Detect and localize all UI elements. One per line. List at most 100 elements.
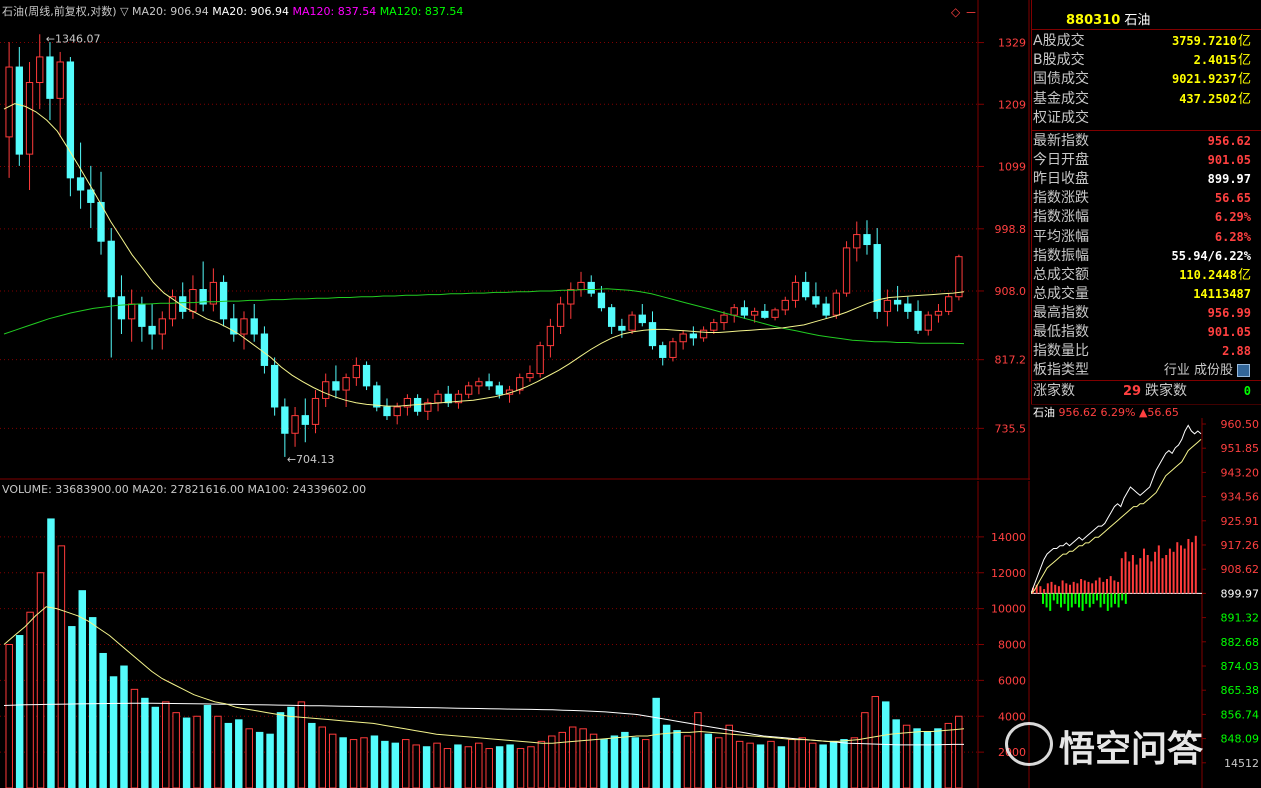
stat-value: 55.94/6.22% (1171, 248, 1251, 263)
stat-value: 56.65 (1214, 191, 1251, 206)
turnover-row: 亿 A股成交 3759.7210 (1033, 32, 1251, 51)
stat-label: 指数涨跌 (1033, 190, 1089, 207)
stat-row: 最高指数 956.99 (1033, 304, 1251, 323)
volume-bar (819, 744, 827, 788)
candle-body (526, 373, 534, 379)
candle-body (352, 364, 361, 379)
candle-body (332, 381, 340, 391)
volume-bar (151, 706, 160, 788)
stat-row: 板指类型 行业 成份股 (1033, 361, 1251, 380)
volume-bar (715, 737, 723, 788)
volume-bar (840, 739, 848, 788)
intraday-tick-label: 908.62 (1221, 563, 1260, 576)
candlestick-chart[interactable]: 1329 1209 1099 998.8 908.0 817.2 735.5 ←1346.07… (0, 0, 1030, 480)
candle-body (495, 385, 503, 395)
unit-label: 亿 (1237, 267, 1251, 283)
volume-bar (214, 715, 222, 788)
candle-body (66, 61, 75, 179)
candle-body (291, 415, 299, 434)
stat-row: 昨日收盘 899.97 (1033, 170, 1251, 189)
volume-bar (475, 742, 483, 788)
volume-bar (495, 746, 504, 788)
turnover-label: A股成交 (1033, 33, 1085, 49)
stat-value: 2.88 (1222, 344, 1251, 359)
volume-bar (934, 728, 942, 788)
volume-bar (318, 726, 326, 788)
candle-body (87, 189, 95, 203)
volume-bar (224, 722, 233, 788)
watermark: 悟空问答 (1005, 718, 1245, 770)
candle-body (485, 381, 493, 387)
intraday-tick-label: 934.56 (1221, 491, 1260, 504)
volume-bar (276, 712, 285, 788)
wukong-logo-icon (1005, 722, 1053, 766)
volume-tick-label: 10000 (991, 603, 1026, 616)
volume-chart[interactable]: 1400012000100008000600040002000 (0, 481, 1030, 788)
volume-bar (162, 701, 170, 788)
stat-row: 指数涨跌 56.65 (1033, 189, 1251, 208)
chart-background (0, 0, 1030, 480)
candle-body (679, 333, 687, 343)
candle-body (934, 310, 943, 316)
volume-bar (662, 724, 671, 788)
y-tick-label: 735.5 (995, 422, 1027, 435)
stat-label: 总成交量 (1033, 285, 1089, 302)
volume-bar (756, 744, 765, 788)
volume-bar (548, 735, 556, 788)
candle-body (5, 66, 13, 138)
ma-legend-1: MA20: 906.94 (212, 5, 289, 18)
volume-bar (391, 742, 400, 788)
stat-label: 总成交额 (1033, 266, 1089, 283)
candle-body (107, 240, 115, 298)
stat-value: 956.99 (1207, 305, 1251, 320)
ma-legend-3: MA120: 837.54 (379, 5, 464, 18)
volume-bar (443, 748, 452, 788)
candle-body (761, 310, 769, 318)
volume-bar (902, 724, 911, 788)
triangle-icon[interactable]: ▽ (120, 5, 128, 18)
stat-label: 平均涨幅 (1033, 228, 1089, 245)
turnover-label: 国债成交 (1033, 71, 1089, 88)
volume-bar (412, 744, 420, 788)
volume-bar (120, 665, 128, 788)
candle-body (240, 318, 248, 335)
low-annotation: ←704.13 (287, 453, 335, 466)
volume-bar (245, 728, 253, 788)
intraday-name: 石油 (1033, 406, 1055, 419)
quote-title: 880310 石油 (1066, 9, 1150, 28)
intraday-tick-label: 925.91 (1221, 515, 1260, 528)
volume-bar (537, 740, 546, 788)
candle-body (945, 296, 953, 312)
intraday-pct: 6.29% (1100, 406, 1136, 419)
candle-body (791, 281, 800, 301)
volume-bar (788, 739, 796, 788)
minus-icon[interactable]: － (965, 4, 977, 21)
intraday-tick-label: 865.38 (1221, 684, 1260, 697)
turnover-label: B股成交 (1033, 52, 1085, 69)
intraday-tick-label: 882.68 (1221, 636, 1260, 649)
volume-bar (141, 697, 149, 788)
stat-label: 昨日收盘 (1033, 171, 1089, 188)
volume-bar (339, 737, 347, 788)
volume-bar (610, 735, 619, 788)
index-code: 880310 (1066, 13, 1121, 28)
grid-icon[interactable] (1237, 364, 1250, 377)
candle-body (475, 381, 483, 387)
candle-body (781, 299, 789, 311)
candle-body (117, 296, 126, 320)
candle-body (311, 397, 320, 425)
volume-bar (360, 737, 368, 788)
candle-body (893, 299, 902, 305)
candle-body (638, 314, 646, 324)
volume-bar (850, 737, 859, 788)
high-annotation: ←1346.07 (46, 32, 101, 45)
candle-body (669, 341, 677, 358)
volume-bar (642, 739, 650, 788)
volume-bar (328, 733, 337, 788)
diamond-icon[interactable]: ◇ (951, 5, 960, 19)
stat-value: 901.05 (1207, 325, 1251, 339)
volume-bar (944, 722, 953, 788)
candle-body (567, 289, 575, 305)
volume-value: VOLUME: 33683900.00 (2, 483, 129, 496)
turnover-row: 亿 国债成交 9021.9237 (1033, 70, 1251, 89)
